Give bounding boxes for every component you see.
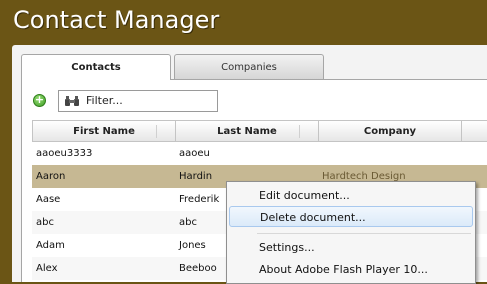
app-title: Contact Manager [13, 6, 220, 34]
tab-companies[interactable]: Companies [174, 54, 324, 79]
menu-item-delete-document[interactable]: Delete document... [229, 206, 473, 227]
cell-last-name: aaoeu [179, 148, 210, 159]
plus-glyph: + [34, 93, 45, 106]
menu-item-about-flash[interactable]: About Adobe Flash Player 10... [229, 259, 473, 280]
filter-placeholder: Filter... [86, 94, 123, 107]
tab-contacts[interactable]: Contacts [21, 54, 171, 80]
column-header-last-name[interactable]: Last Name [176, 121, 319, 142]
cell-first-name: Adam [36, 240, 65, 251]
cell-first-name: Alex [36, 263, 58, 274]
column-label: Last Name [217, 126, 277, 137]
binoculars-icon [65, 96, 79, 106]
menu-separator [257, 233, 471, 234]
cell-company [318, 142, 461, 165]
column-header-first-name[interactable]: First Name [33, 121, 176, 142]
context-menu: Edit document... Delete document... Sett… [226, 181, 476, 284]
add-icon[interactable]: + [33, 93, 46, 107]
column-label: Company [363, 126, 417, 137]
menu-item-settings[interactable]: Settings... [229, 237, 473, 258]
filter-input[interactable]: Filter... [58, 90, 218, 112]
cell-first-name: Aase [36, 194, 61, 205]
column-header-company[interactable]: Company [319, 121, 462, 142]
cell-first-name: abc [36, 217, 54, 228]
table-header: First Name Last Name Company [32, 120, 487, 142]
menu-item-edit-document[interactable]: Edit document... [229, 185, 473, 206]
cell-first-name: aaoeu3333 [36, 148, 93, 159]
column-label: First Name [73, 126, 135, 137]
cell-first-name: Aaron [36, 171, 66, 182]
table-row[interactable]: aaoeu3333 aaoeu [32, 142, 487, 165]
